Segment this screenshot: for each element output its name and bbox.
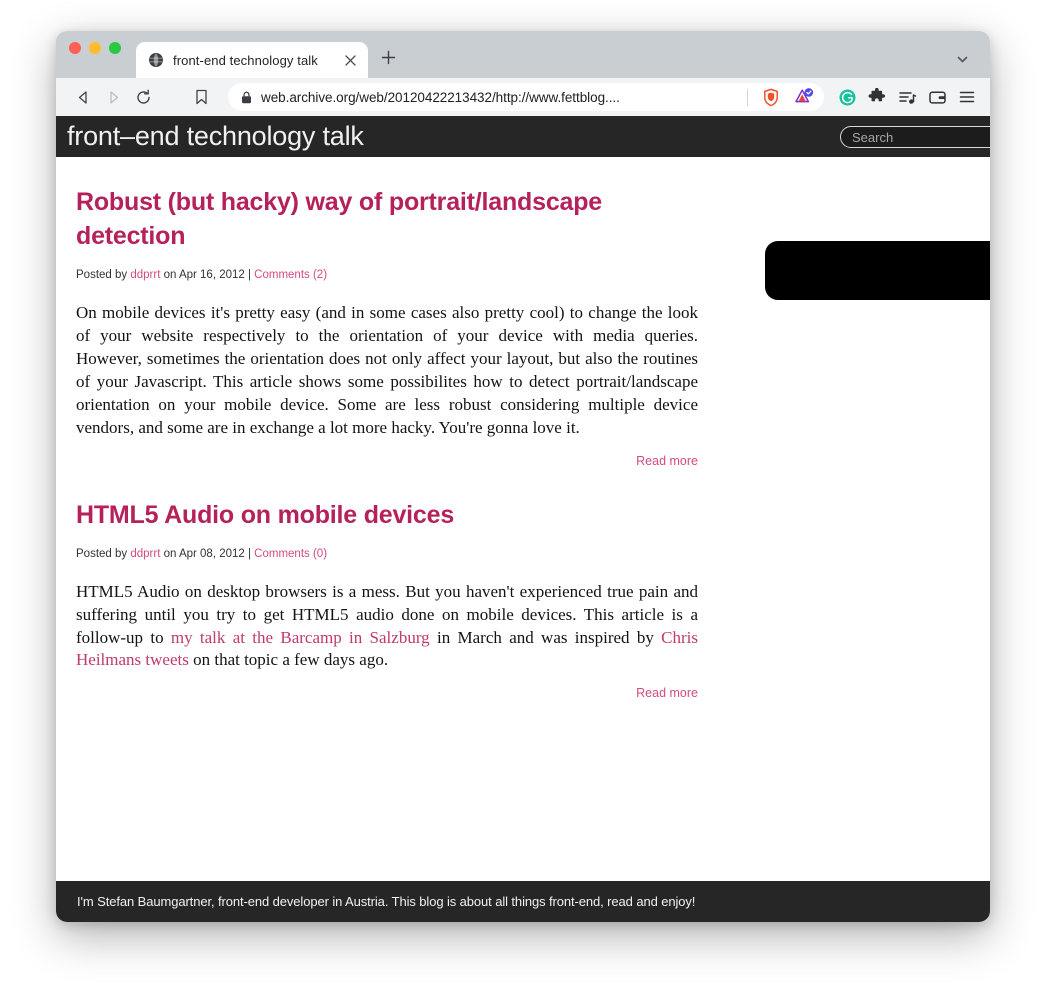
excerpt-inline-link-1[interactable]: my talk at the Barcamp in Salzburg	[171, 628, 430, 647]
url-text: web.archive.org/web/20120422213432/http:…	[261, 89, 620, 105]
sidebar: we	[765, 157, 990, 300]
bookmark-icon[interactable]	[186, 83, 216, 111]
maximize-window-button[interactable]	[109, 41, 121, 54]
post-item: Robust (but hacky) way of portrait/lands…	[76, 185, 698, 468]
post-meta: Posted by ddprrt on Apr 16, 2012 | Comme…	[76, 269, 698, 281]
site-footer: I'm Stefan Baumgartner, front-end develo…	[56, 881, 990, 922]
post-title[interactable]: Robust (but hacky) way of portrait/lands…	[76, 185, 698, 253]
omnibox-divider	[747, 88, 748, 106]
brave-wallet-icon[interactable]	[924, 84, 950, 110]
post-item: HTML5 Audio on mobile devices Posted by …	[76, 498, 698, 701]
page-body: Robust (but hacky) way of portrait/lands…	[56, 157, 990, 922]
forward-arrow-icon	[98, 83, 128, 111]
post-excerpt: On mobile devices it's pretty easy (and …	[76, 303, 698, 437]
chevron-down-icon[interactable]	[952, 49, 972, 69]
post-meta: Posted by ddprrt on Apr 08, 2012 | Comme…	[76, 548, 698, 560]
post-author-link[interactable]: ddprrt	[130, 269, 160, 281]
browser-menu-icon[interactable]	[954, 84, 980, 110]
excerpt-text-2: in March and was inspired by	[429, 627, 662, 647]
post-comments-link[interactable]: Comments (2)	[254, 269, 327, 281]
address-bar[interactable]: web.archive.org/web/20120422213432/http:…	[228, 83, 824, 111]
window-controls	[69, 31, 121, 78]
page-viewport: front–end technology talk Search Robust …	[56, 116, 990, 922]
excerpt-text-3: on that topic a few days ago.	[188, 650, 389, 670]
site-search-input[interactable]: Search	[840, 126, 990, 148]
site-search-placeholder: Search	[852, 129, 894, 145]
site-header: front–end technology talk Search	[56, 116, 990, 157]
sidebar-widget-panel[interactable]	[765, 241, 990, 300]
post-comments-link[interactable]: Comments (0)	[254, 548, 327, 560]
post-meta-date: on Apr 16, 2012 |	[160, 269, 255, 281]
footer-text: I'm Stefan Baumgartner, front-end develo…	[77, 894, 696, 909]
brave-firewall-vpn-icon[interactable]	[792, 85, 816, 109]
back-arrow-icon[interactable]	[68, 83, 98, 111]
post-list: Robust (but hacky) way of portrait/lands…	[76, 157, 698, 700]
brave-playlist-icon[interactable]	[894, 84, 920, 110]
post-excerpt: HTML5 Audio on desktop browsers is a mes…	[76, 581, 698, 673]
close-icon[interactable]	[342, 52, 358, 68]
read-more-link[interactable]: Read more	[636, 454, 698, 468]
tab-title: front-end technology talk	[173, 52, 318, 68]
brave-shield-icon[interactable]	[759, 85, 783, 109]
site-title: front–end technology talk	[67, 121, 364, 151]
post-meta-prefix: Posted by	[76, 547, 131, 560]
post-meta-prefix: Posted by	[76, 269, 131, 281]
globe-icon	[148, 52, 164, 68]
tab-strip: front-end technology talk	[56, 31, 990, 78]
close-window-button[interactable]	[69, 41, 81, 54]
read-more-link[interactable]: Read more	[636, 686, 698, 700]
extensions-puzzle-icon[interactable]	[864, 84, 890, 110]
post-title[interactable]: HTML5 Audio on mobile devices	[76, 498, 698, 532]
read-more-wrap: Read more	[76, 454, 698, 468]
browser-toolbar: web.archive.org/web/20120422213432/http:…	[56, 78, 990, 116]
post-meta-date: on Apr 08, 2012 |	[160, 547, 255, 560]
lock-icon	[241, 91, 252, 104]
post-author-link[interactable]: ddprrt	[130, 548, 160, 560]
grammarly-icon[interactable]	[834, 84, 860, 110]
sidebar-heading: we	[765, 209, 990, 224]
reload-icon[interactable]	[128, 83, 158, 111]
browser-window: front-end technology talk web.archive.or…	[56, 31, 990, 922]
minimize-window-button[interactable]	[89, 41, 101, 54]
browser-tab[interactable]: front-end technology talk	[136, 42, 368, 78]
new-tab-button[interactable]	[374, 42, 402, 78]
extension-icons	[834, 84, 980, 110]
read-more-wrap: Read more	[76, 686, 698, 700]
